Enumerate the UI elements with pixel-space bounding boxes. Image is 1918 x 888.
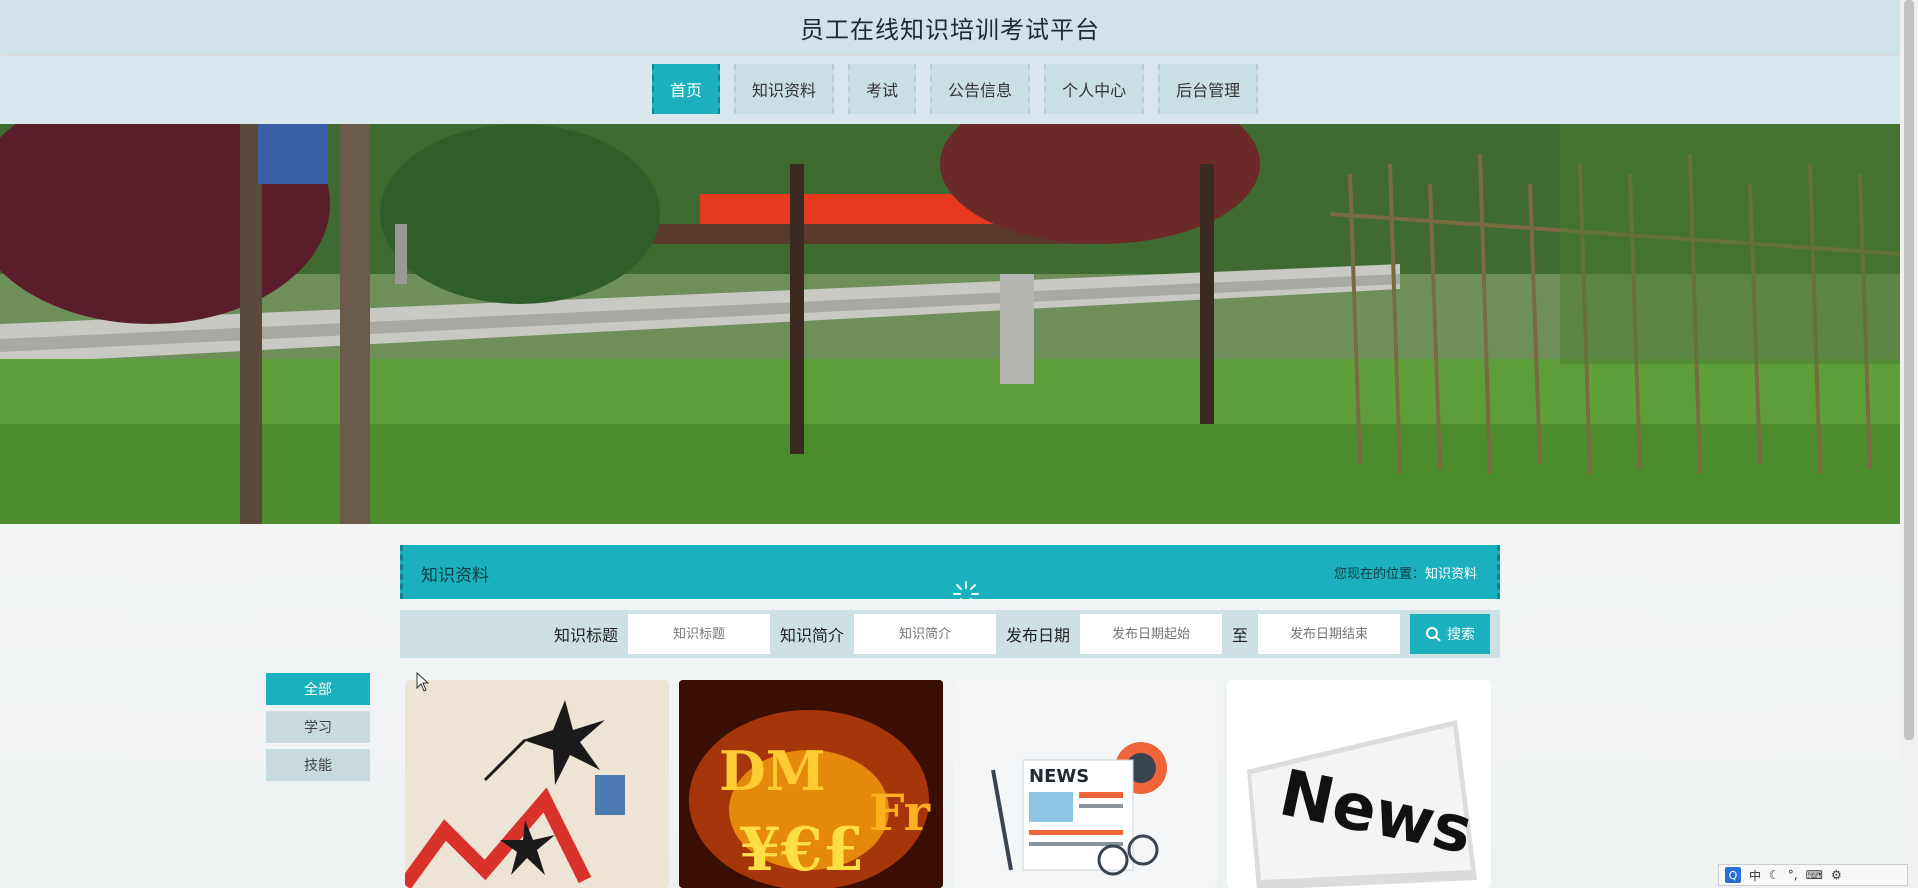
- svg-text:¥€£: ¥€£: [739, 815, 864, 885]
- news-flat-illustration-image: NEWS: [991, 742, 1167, 876]
- breadcrumb: 您现在的位置：知识资料: [1334, 563, 1477, 582]
- breadcrumb-current[interactable]: 知识资料: [1425, 567, 1477, 582]
- knowledge-card[interactable]: DM ¥€£ Fr: [679, 680, 943, 888]
- mouse-cursor-icon: [416, 672, 430, 692]
- ime-moon-icon[interactable]: ☾: [1769, 868, 1780, 882]
- date-range-separator: 至: [1231, 626, 1248, 645]
- knowledge-card[interactable]: News: [1227, 680, 1491, 888]
- ime-keyboard-icon[interactable]: ⌨: [1806, 868, 1823, 882]
- nav-personal-center[interactable]: 个人中心: [1044, 64, 1145, 114]
- section-title: 知识资料: [421, 566, 489, 586]
- search-icon: [1426, 627, 1441, 642]
- intro-filter-input[interactable]: [853, 614, 996, 654]
- loading-spinner-icon: [953, 581, 979, 607]
- ime-settings-icon[interactable]: ⚙: [1831, 868, 1842, 882]
- category-study[interactable]: 学习: [266, 711, 370, 743]
- date-filter-label: 发布日期: [1005, 626, 1070, 645]
- knowledge-card[interactable]: [405, 680, 669, 888]
- date-start-input[interactable]: [1079, 614, 1222, 654]
- ime-punctuation-icon[interactable]: °,: [1788, 868, 1798, 882]
- main-nav: 首页 知识资料 考试 公告信息 个人中心 后台管理: [0, 56, 1900, 124]
- category-skills[interactable]: 技能: [266, 749, 370, 781]
- fire-currency-image: DM ¥€£ Fr: [679, 680, 943, 888]
- ime-toolbar: Q 中 ☾ °, ⌨ ⚙: [1718, 864, 1908, 886]
- svg-text:NEWS: NEWS: [1029, 766, 1089, 787]
- section-header: 知识资料 您现在的位置：知识资料: [400, 545, 1500, 607]
- scrollbar-thumb[interactable]: [1904, 0, 1914, 740]
- breadcrumb-prefix: 您现在的位置：: [1333, 567, 1425, 582]
- news-newspaper-image: News: [1247, 720, 1479, 888]
- search-button-label: 搜索: [1447, 627, 1475, 643]
- knowledge-card[interactable]: NEWS: [953, 680, 1217, 888]
- svg-text:Fr: Fr: [869, 783, 931, 842]
- nav-home[interactable]: 首页: [652, 64, 721, 114]
- svg-text:DM: DM: [719, 739, 826, 803]
- search-button[interactable]: 搜索: [1410, 614, 1490, 654]
- date-end-input[interactable]: [1258, 614, 1400, 654]
- site-header: 员工在线知识培训考试平台: [0, 0, 1900, 54]
- title-filter-input[interactable]: [627, 614, 770, 654]
- nav-announcements[interactable]: 公告信息: [930, 64, 1031, 114]
- knowledge-card-grid: DM ¥€£ Fr NEWS News: [405, 680, 1491, 888]
- nav-knowledge[interactable]: 知识资料: [734, 64, 835, 114]
- stock-chart-illustration-image: [405, 700, 625, 888]
- site-title: 员工在线知识培训考试平台: [800, 15, 1100, 44]
- nav-exam[interactable]: 考试: [848, 64, 917, 114]
- category-all[interactable]: 全部: [266, 673, 370, 705]
- category-list: 全部 学习 技能: [266, 673, 370, 787]
- hero-banner-image: [0, 124, 1900, 524]
- park-scene-image: [0, 124, 1900, 524]
- ime-mode-toggle[interactable]: 中: [1749, 867, 1761, 884]
- search-bar: 知识标题 知识简介 发布日期 至 搜索: [400, 610, 1500, 658]
- ime-logo-icon[interactable]: Q: [1725, 867, 1741, 883]
- nav-admin[interactable]: 后台管理: [1158, 64, 1259, 114]
- title-filter-label: 知识标题: [553, 626, 618, 645]
- intro-filter-label: 知识简介: [779, 626, 844, 645]
